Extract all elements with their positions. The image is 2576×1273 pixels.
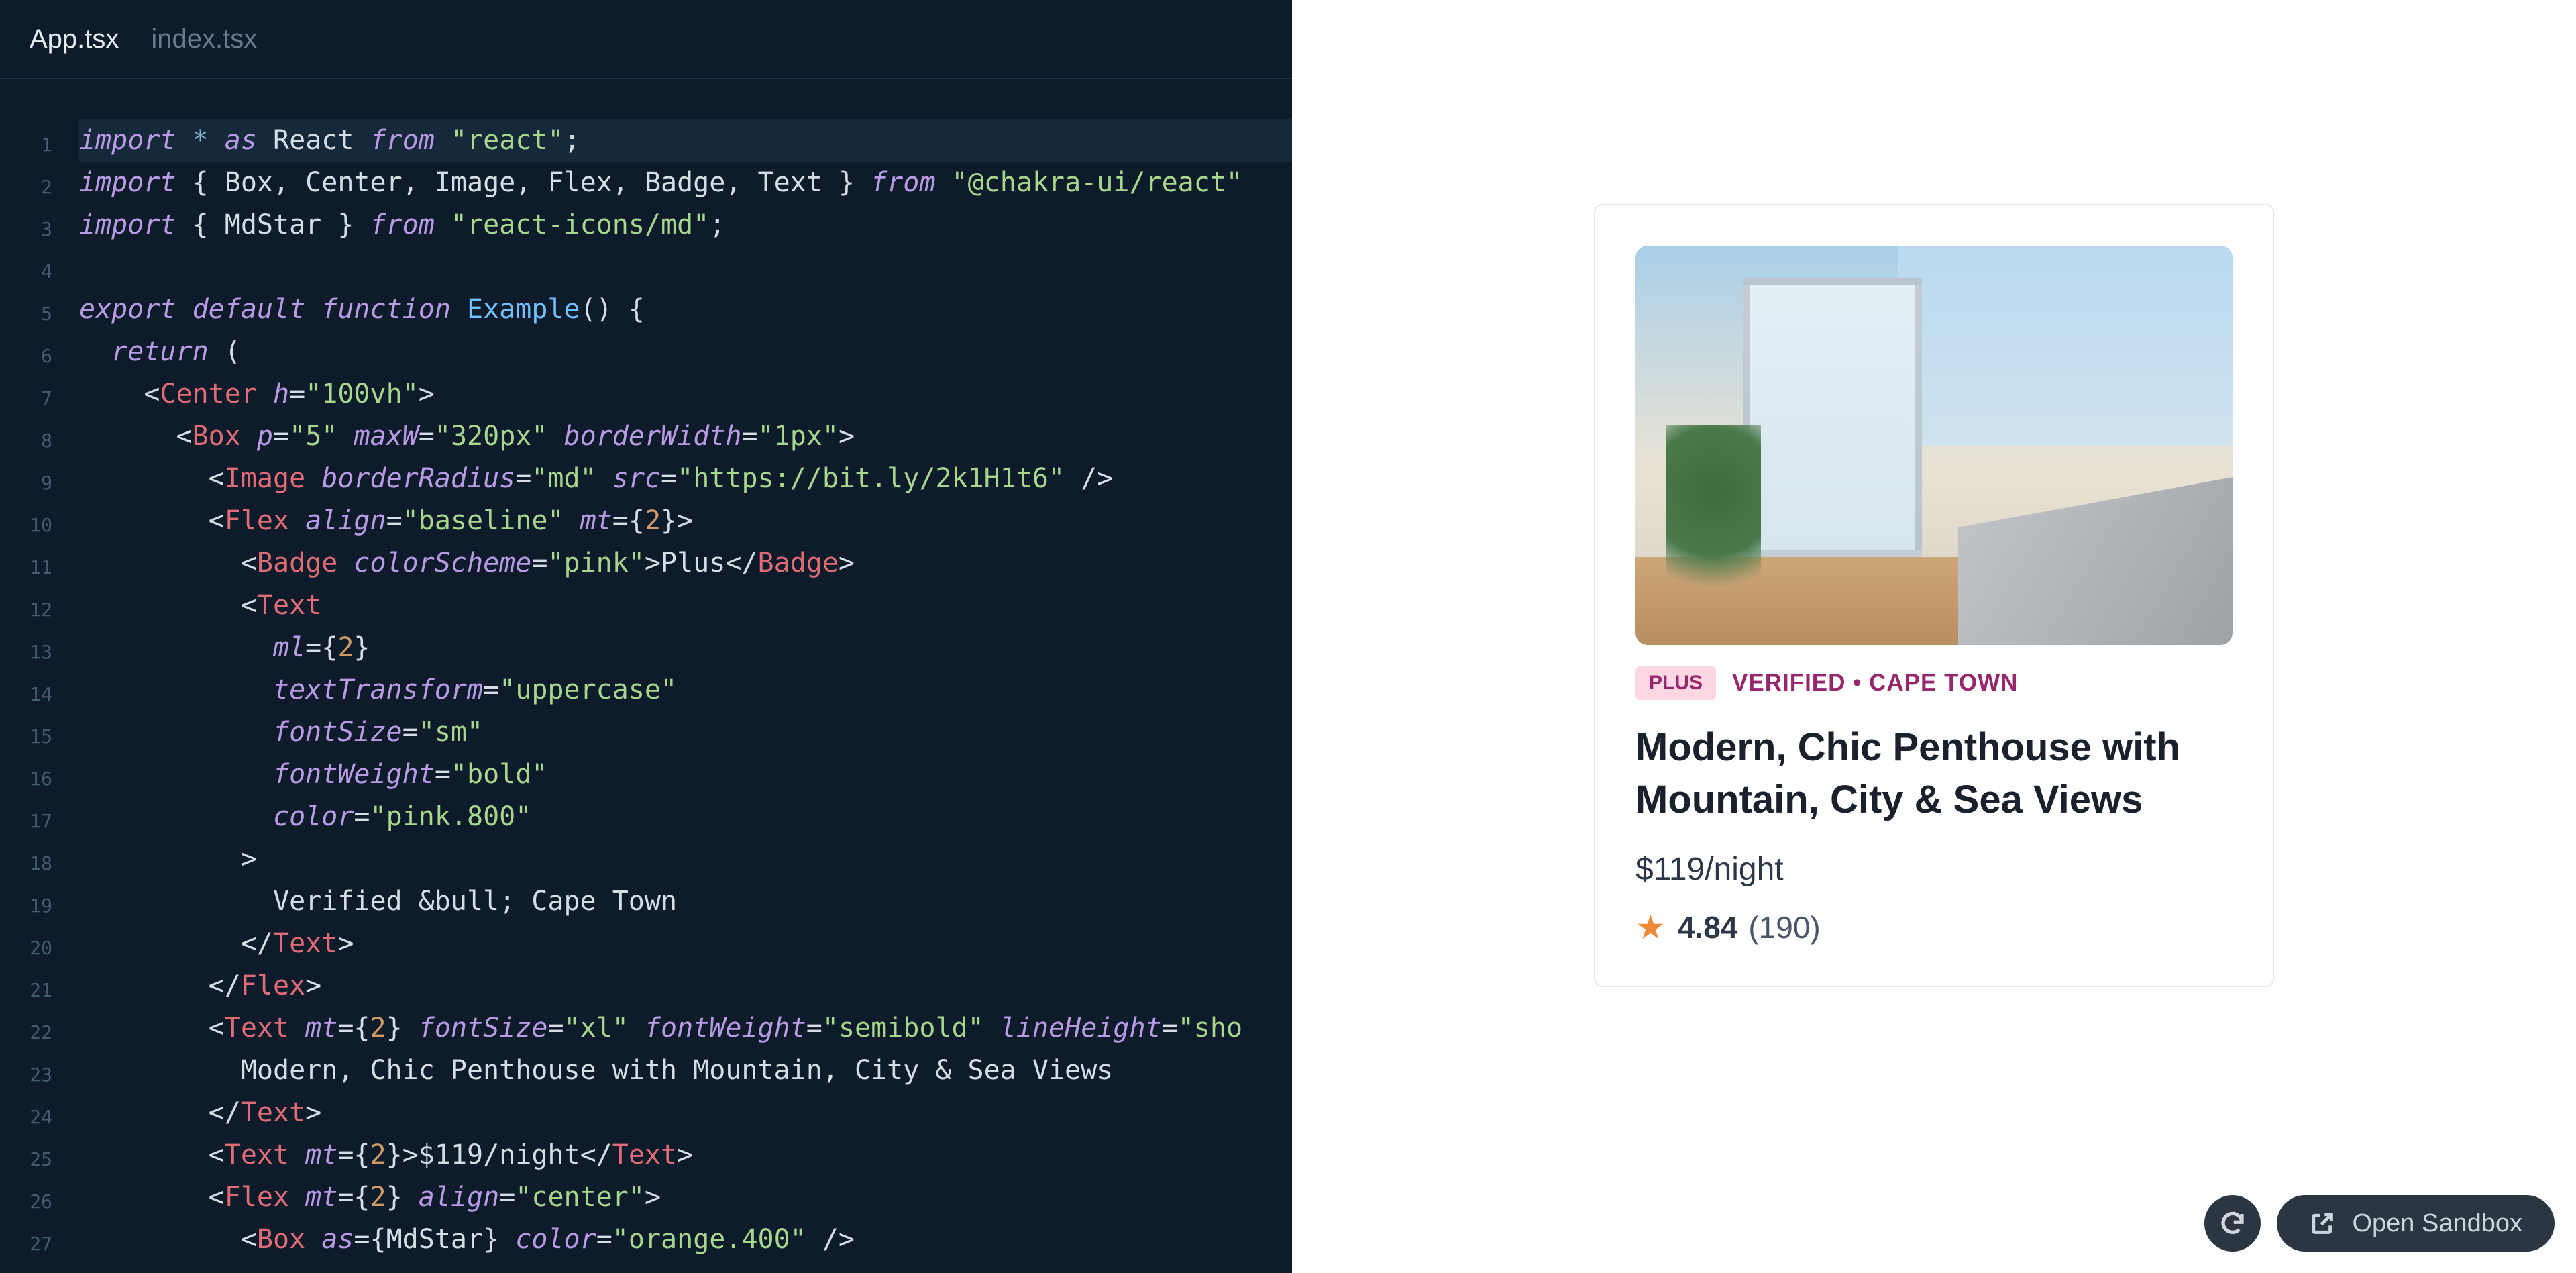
preview-pane: PLUS VERIFIED • CAPE TOWN Modern, Chic P… [1292, 0, 2576, 1273]
meta-text: VERIFIED • CAPE TOWN [1732, 670, 2018, 697]
star-icon: ★ [1635, 911, 1666, 944]
code-editor[interactable]: 1234567891011121314151617181920212223242… [0, 79, 1292, 1273]
tabs-bar: App.tsx index.tsx [0, 0, 1292, 79]
tab-index-tsx[interactable]: index.tsx [151, 24, 257, 54]
open-sandbox-label: Open Sandbox [2352, 1209, 2522, 1238]
external-link-icon [2309, 1210, 2336, 1237]
tab-app-tsx[interactable]: App.tsx [30, 24, 119, 54]
listing-price: $119/night [1635, 851, 2233, 888]
rating-score: 4.84 [1678, 909, 1738, 946]
listing-card: PLUS VERIFIED • CAPE TOWN Modern, Chic P… [1594, 204, 2274, 987]
rating-row: ★ 4.84 (190) [1635, 909, 2233, 946]
plus-badge: PLUS [1635, 666, 1716, 700]
meta-row: PLUS VERIFIED • CAPE TOWN [1635, 666, 2233, 700]
refresh-button[interactable] [2204, 1195, 2261, 1252]
open-sandbox-button[interactable]: Open Sandbox [2277, 1195, 2555, 1252]
preview-toolbar: Open Sandbox [2204, 1195, 2555, 1252]
listing-title: Modern, Chic Penthouse with Mountain, Ci… [1635, 721, 2233, 827]
editor-pane: App.tsx index.tsx 1234567891011121314151… [0, 0, 1292, 1273]
rating-count: (190) [1748, 909, 1820, 946]
listing-image [1635, 246, 2233, 645]
line-gutter: 1234567891011121314151617181920212223242… [0, 119, 79, 1273]
code-content: import * as React from "react";import { … [79, 119, 1292, 1273]
refresh-icon [2218, 1209, 2247, 1237]
